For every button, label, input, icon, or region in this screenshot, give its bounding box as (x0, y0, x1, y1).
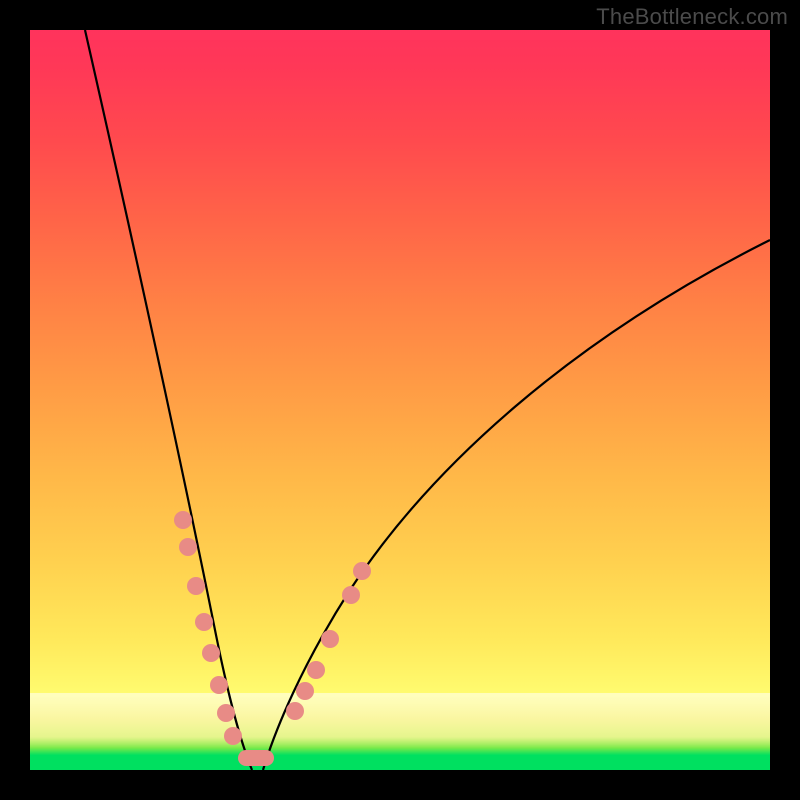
dot-right-4 (321, 630, 339, 648)
dot-left-5 (202, 644, 220, 662)
bottleneck-curve (30, 30, 770, 770)
curve-right-arm (263, 240, 770, 770)
dot-right-2 (296, 682, 314, 700)
dot-left-8 (224, 727, 242, 745)
curve-left-arm (85, 30, 252, 770)
dot-left-2 (179, 538, 197, 556)
dot-left-3 (187, 577, 205, 595)
scatter-dots (174, 511, 371, 766)
dot-left-4 (195, 613, 213, 631)
dot-left-1 (174, 511, 192, 529)
dot-left-7 (217, 704, 235, 722)
dot-left-6 (210, 676, 228, 694)
plot-area (30, 30, 770, 770)
chart-frame: TheBottleneck.com (0, 0, 800, 800)
watermark-text: TheBottleneck.com (596, 4, 788, 30)
dot-right-3 (307, 661, 325, 679)
dot-right-5 (342, 586, 360, 604)
dot-right-6 (353, 562, 371, 580)
vertex-blob (238, 750, 274, 766)
dot-right-1 (286, 702, 304, 720)
